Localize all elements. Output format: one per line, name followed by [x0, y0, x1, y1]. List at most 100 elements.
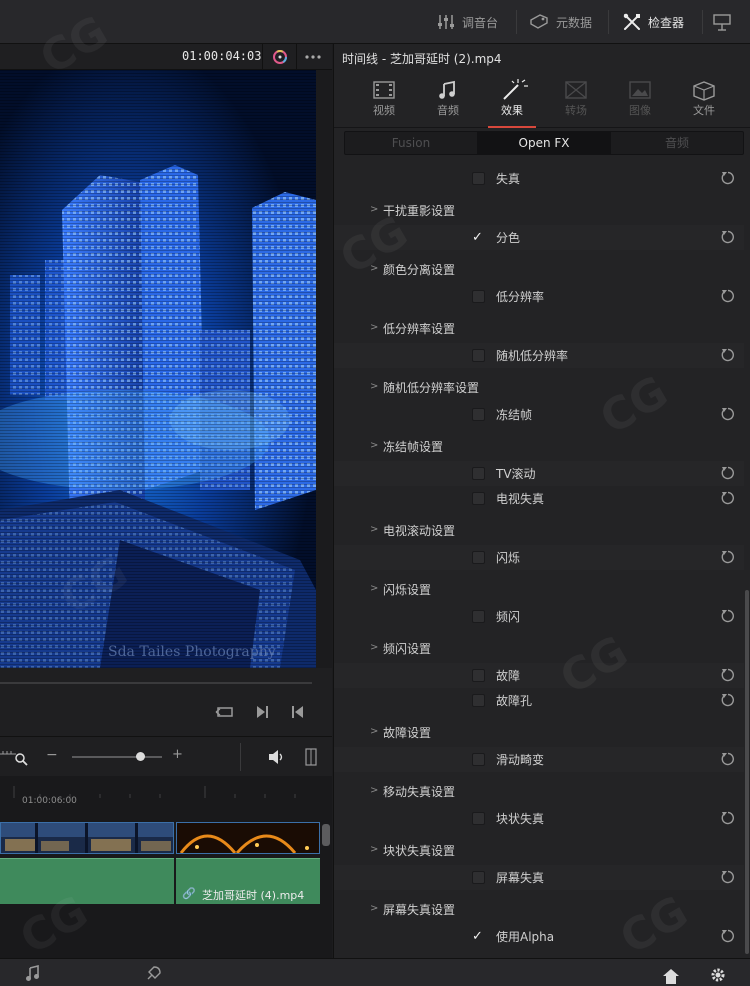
- checked-checkbox[interactable]: ✓: [472, 231, 485, 244]
- audio-clip-1[interactable]: [0, 858, 174, 904]
- chevron-right-icon: >: [370, 524, 379, 535]
- settings-group-label: 频闪设置: [383, 642, 432, 656]
- settings-group-label: 低分辨率设置: [383, 322, 456, 336]
- unchecked-checkbox[interactable]: [472, 408, 485, 421]
- timeline-scroll-handle[interactable]: [322, 824, 330, 846]
- settings-group-label: 颜色分离设置: [383, 263, 456, 277]
- unchecked-checkbox[interactable]: [472, 753, 485, 766]
- home-icon[interactable]: [662, 967, 680, 985]
- reset-icon[interactable]: [720, 406, 736, 422]
- top-toolbar: 调音台 元数据 检查器: [0, 0, 750, 44]
- settings-group-header[interactable]: > 低分辨率设置: [334, 311, 744, 345]
- tab-effects[interactable]: 效果: [482, 76, 542, 128]
- inspector-panel: 时间线 - 芝加哥延时 (2).mp4 视频 音频 效果 转场 图像 文件 Fu…: [333, 44, 750, 958]
- more-options-icon[interactable]: [303, 50, 323, 64]
- reset-icon[interactable]: [720, 549, 736, 565]
- effect-checkbox-row: 故障: [334, 663, 744, 688]
- settings-group-label: 电视滚动设置: [383, 524, 456, 538]
- video-clip-1[interactable]: [0, 822, 174, 854]
- reset-icon[interactable]: [720, 608, 736, 624]
- timeline-ruler[interactable]: 01:00:06:00: [0, 776, 332, 820]
- expand-panel-button[interactable]: [712, 0, 732, 44]
- tab-image[interactable]: 图像: [610, 76, 670, 124]
- unchecked-checkbox[interactable]: [472, 290, 485, 303]
- reset-icon[interactable]: [720, 465, 736, 481]
- loop-icon[interactable]: [214, 704, 236, 720]
- chevron-right-icon: >: [370, 642, 379, 653]
- transition-icon: [565, 81, 587, 99]
- inspector-scrollbar[interactable]: [745, 590, 749, 954]
- settings-gear-icon[interactable]: [708, 965, 728, 985]
- reset-icon[interactable]: [720, 490, 736, 506]
- timeline-toolbar: − +: [0, 736, 332, 776]
- viewer-frame[interactable]: Sda Tailes Photography: [0, 70, 316, 668]
- settings-group-header[interactable]: > 屏幕失真设置: [334, 892, 744, 926]
- timeline-empty-area[interactable]: [0, 908, 332, 958]
- chevron-right-icon: >: [370, 785, 379, 796]
- reset-icon[interactable]: [720, 928, 736, 944]
- reset-icon[interactable]: [720, 810, 736, 826]
- unchecked-checkbox[interactable]: [472, 551, 485, 564]
- settings-group-header[interactable]: > 随机低分辨率设置: [334, 370, 744, 404]
- reset-icon[interactable]: [720, 751, 736, 767]
- color-wheel-icon[interactable]: [270, 47, 290, 67]
- audio-clip-2[interactable]: 🔗 芝加哥延时 (4).mp4: [176, 858, 320, 904]
- settings-group-header[interactable]: > 移动失真设置: [334, 774, 744, 808]
- settings-group-header[interactable]: > 干扰重影设置: [334, 193, 744, 227]
- tab-audio[interactable]: 音频: [418, 76, 478, 124]
- subtab-audio[interactable]: 音频: [611, 132, 743, 154]
- next-frame-icon[interactable]: [254, 704, 270, 720]
- unchecked-checkbox[interactable]: [472, 467, 485, 480]
- tab-file[interactable]: 文件: [674, 76, 734, 124]
- mixer-button[interactable]: 调音台: [436, 0, 498, 44]
- zoom-out-button[interactable]: −: [46, 747, 58, 763]
- reset-icon[interactable]: [720, 229, 736, 245]
- settings-group-header[interactable]: > 块状失真设置: [334, 833, 744, 867]
- last-frame-icon[interactable]: [290, 704, 306, 720]
- effect-checkbox-row: 低分辨率: [334, 284, 744, 309]
- effect-checkbox-row: 冻结帧: [334, 402, 744, 427]
- reset-icon[interactable]: [720, 692, 736, 708]
- tab-transition[interactable]: 转场: [546, 76, 606, 124]
- metadata-button[interactable]: 元数据: [528, 0, 592, 44]
- unchecked-checkbox[interactable]: [472, 172, 485, 185]
- audio-meter-icon[interactable]: [304, 747, 318, 767]
- reset-icon[interactable]: [720, 869, 736, 885]
- effect-option-label: 失真: [496, 172, 521, 186]
- unchecked-checkbox[interactable]: [472, 871, 485, 884]
- viewer-header: 01:00:04:03: [0, 44, 332, 70]
- effect-option-label: 故障孔: [496, 694, 533, 708]
- scrub-bar[interactable]: [0, 682, 312, 684]
- reset-icon[interactable]: [720, 667, 736, 683]
- zoom-slider-handle[interactable]: [136, 752, 145, 761]
- reset-icon[interactable]: [720, 288, 736, 304]
- fairlight-music-icon[interactable]: [24, 965, 42, 983]
- subtab-fusion[interactable]: Fusion: [345, 132, 477, 154]
- settings-group-header[interactable]: > 颜色分离设置: [334, 252, 744, 286]
- settings-group-header[interactable]: > 频闪设置: [334, 631, 744, 665]
- unchecked-checkbox[interactable]: [472, 812, 485, 825]
- unchecked-checkbox[interactable]: [472, 492, 485, 505]
- zoom-slider[interactable]: [72, 756, 162, 758]
- unchecked-checkbox[interactable]: [472, 349, 485, 362]
- zoom-in-button[interactable]: +: [172, 747, 183, 762]
- subtab-openfx[interactable]: Open FX: [477, 132, 611, 154]
- settings-group-header[interactable]: > 电视滚动设置: [334, 513, 744, 547]
- speaker-icon[interactable]: [266, 747, 286, 767]
- file-icon: [693, 81, 715, 101]
- checked-checkbox[interactable]: ✓: [472, 930, 485, 943]
- unchecked-checkbox[interactable]: [472, 610, 485, 623]
- unchecked-checkbox[interactable]: [472, 669, 485, 682]
- deliver-rocket-icon[interactable]: [144, 965, 162, 983]
- reset-icon[interactable]: [720, 170, 736, 186]
- inspector-button[interactable]: 检查器: [622, 0, 684, 44]
- settings-group-header[interactable]: > 故障设置: [334, 715, 744, 749]
- reset-icon[interactable]: [720, 347, 736, 363]
- video-clip-2[interactable]: [176, 822, 320, 854]
- tab-video[interactable]: 视频: [354, 76, 414, 124]
- inspector-tools-icon: [623, 13, 640, 30]
- unchecked-checkbox[interactable]: [472, 694, 485, 707]
- settings-group-header[interactable]: > 闪烁设置: [334, 572, 744, 606]
- zoom-icon[interactable]: [0, 747, 30, 767]
- settings-group-header[interactable]: > 冻结帧设置: [334, 429, 744, 463]
